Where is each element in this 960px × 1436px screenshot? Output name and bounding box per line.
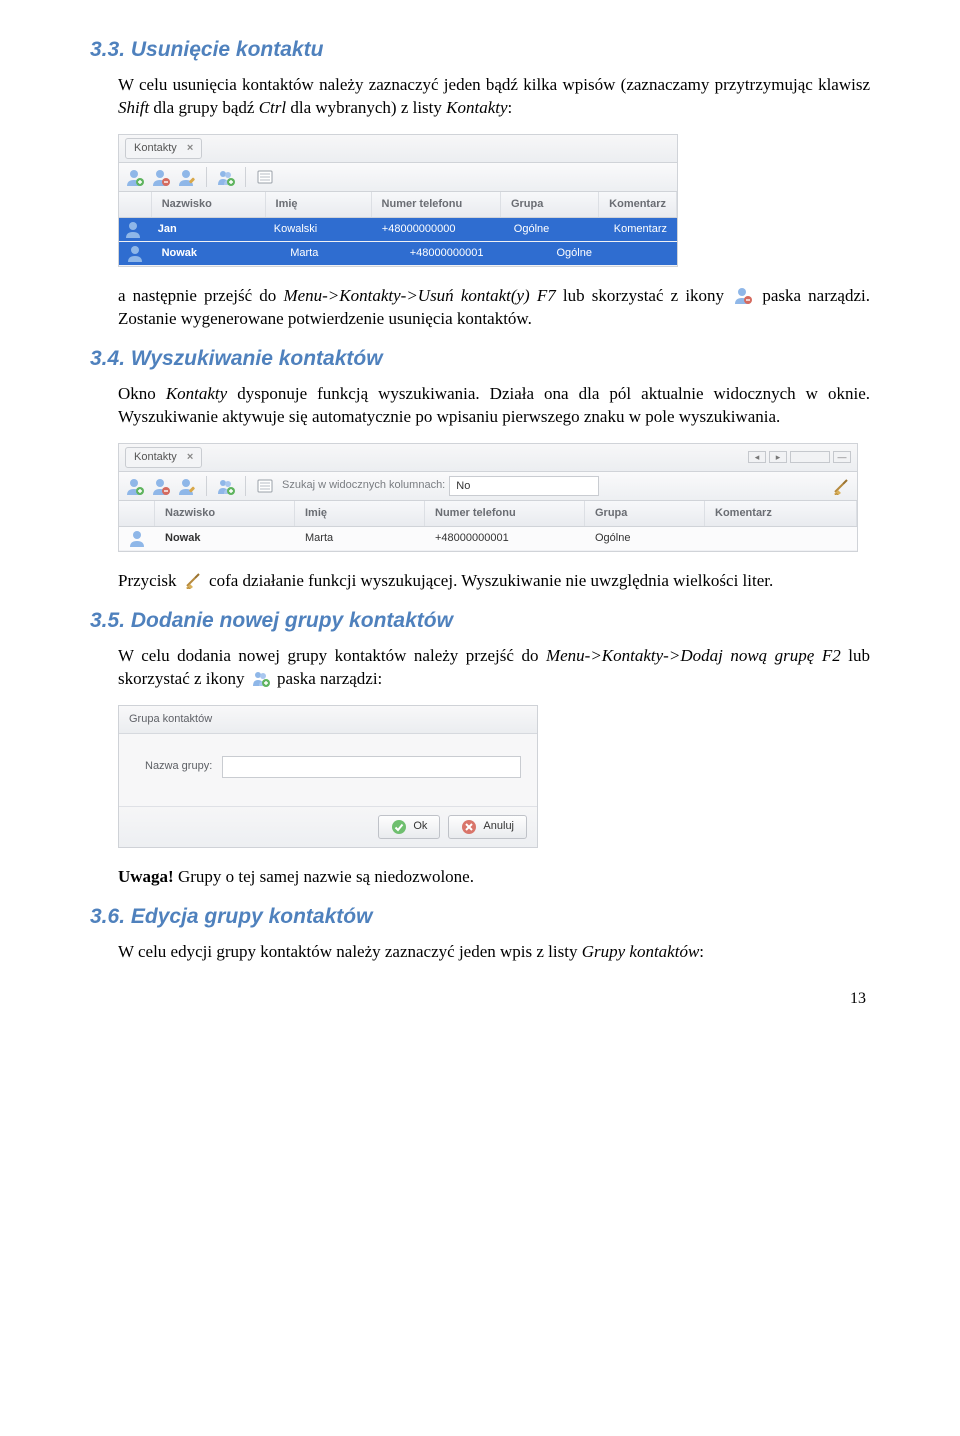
col-surname[interactable]: Nazwisko xyxy=(152,192,266,217)
toolbar xyxy=(119,163,677,192)
cell-surname: Jan xyxy=(148,222,264,237)
col-phone[interactable]: Numer telefonu xyxy=(425,501,585,526)
cell-phone: +48000000001 xyxy=(400,246,547,261)
tab-contacts[interactable]: Kontakty× xyxy=(125,447,202,468)
heading-3-5: 3.5. Dodanie nowej grupy kontaktów xyxy=(90,607,870,635)
paragraph: Przycisk cofa działanie funkcji wyszukuj… xyxy=(118,570,870,593)
cell-phone: +48000000000 xyxy=(372,222,504,237)
group-name-input[interactable] xyxy=(222,756,521,778)
close-icon[interactable]: × xyxy=(187,141,193,156)
col-group[interactable]: Grupa xyxy=(501,192,599,217)
cancel-button[interactable]: Anuluj xyxy=(448,815,527,839)
nav-right-icon[interactable]: ▸ xyxy=(769,451,787,463)
heading-3-4: 3.4. Wyszukiwanie kontaktów xyxy=(90,345,870,373)
list-icon[interactable] xyxy=(254,475,276,497)
table-body: NowakMarta+48000000001Ogólne xyxy=(119,527,857,551)
group-name-label: Nazwa grupy: xyxy=(145,759,212,774)
heading-3-6: 3.6. Edycja grupy kontaktów xyxy=(90,903,870,931)
heading-3-3: 3.3. Usunięcie kontaktu xyxy=(90,36,870,64)
edit-contact-icon[interactable] xyxy=(176,475,198,497)
remove-contact-icon[interactable] xyxy=(150,475,172,497)
person-icon xyxy=(119,529,155,547)
cell-comment: Komentarz xyxy=(604,222,677,237)
table-row[interactable]: JanKowalski+48000000000OgólneKomentarz xyxy=(119,218,677,242)
cell-group: Ogólne xyxy=(585,531,705,546)
col-comment[interactable]: Komentarz xyxy=(599,192,677,217)
cell-phone: +48000000001 xyxy=(425,531,585,546)
minimize-icon[interactable]: — xyxy=(833,451,851,463)
cell-group: Ogólne xyxy=(546,246,657,261)
paragraph: a następnie przejść do Menu->Kontakty->U… xyxy=(118,285,870,331)
nav-left-icon[interactable]: ◂ xyxy=(748,451,766,463)
paragraph: W celu edycji grupy kontaktów należy zaz… xyxy=(118,941,870,964)
clear-search-icon[interactable] xyxy=(830,475,852,497)
search-input[interactable] xyxy=(449,476,599,496)
tab-bar: Kontakty× ◂ ▸ — xyxy=(119,444,857,472)
contacts-panel-search: Kontakty× ◂ ▸ — Szukaj w widocznych kolu… xyxy=(118,443,858,552)
toolbar: Szukaj w widocznych kolumnach: xyxy=(119,472,857,501)
edit-contact-icon[interactable] xyxy=(176,166,198,188)
group-dialog: Grupa kontaktów Nazwa grupy: Ok Anuluj xyxy=(118,705,538,848)
add-contact-icon[interactable] xyxy=(124,475,146,497)
dialog-title: Grupa kontaktów xyxy=(119,706,537,734)
cell-name: Marta xyxy=(295,531,425,546)
add-group-icon[interactable] xyxy=(215,475,237,497)
paragraph: W celu dodania nowej grupy kontaktów nal… xyxy=(118,645,870,691)
paragraph: Okno Kontakty dysponuje funkcją wyszukiw… xyxy=(118,383,870,429)
tab-bar: Kontakty× xyxy=(119,135,677,163)
tab-contacts[interactable]: Kontakty× xyxy=(125,138,202,159)
col-phone[interactable]: Numer telefonu xyxy=(372,192,501,217)
cell-name: Kowalski xyxy=(264,222,372,237)
col-surname[interactable]: Nazwisko xyxy=(155,501,295,526)
remove-contact-icon xyxy=(734,286,752,304)
table-header: Nazwisko Imię Numer telefonu Grupa Komen… xyxy=(119,501,857,527)
table-row[interactable]: NowakMarta+48000000001Ogólne xyxy=(119,242,677,266)
cell-surname: Nowak xyxy=(152,246,281,261)
col-comment[interactable]: Komentarz xyxy=(705,501,857,526)
close-icon[interactable]: × xyxy=(187,450,193,465)
add-group-icon xyxy=(252,669,270,687)
paragraph: W celu usunięcia kontaktów należy zaznac… xyxy=(118,74,870,120)
cell-group: Ogólne xyxy=(504,222,604,237)
table-header: Nazwisko Imię Numer telefonu Grupa Komen… xyxy=(119,192,677,218)
add-group-icon[interactable] xyxy=(215,166,237,188)
person-icon xyxy=(119,244,152,262)
list-icon[interactable] xyxy=(254,166,276,188)
cell-name: Marta xyxy=(280,246,400,261)
table-row[interactable]: NowakMarta+48000000001Ogólne xyxy=(119,527,857,551)
col-name[interactable]: Imię xyxy=(295,501,425,526)
person-icon xyxy=(119,220,148,238)
cell-surname: Nowak xyxy=(155,531,295,546)
contacts-panel: Kontakty× Nazwisko Imię Numer telefonu G… xyxy=(118,134,678,267)
col-group[interactable]: Grupa xyxy=(585,501,705,526)
add-contact-icon[interactable] xyxy=(124,166,146,188)
search-label: Szukaj w widocznych kolumnach: xyxy=(282,478,445,493)
paragraph: Uwaga! Grupy o tej samej nazwie są niedo… xyxy=(118,866,870,889)
remove-contact-icon[interactable] xyxy=(150,166,172,188)
window-controls: ◂ ▸ — xyxy=(748,451,851,463)
col-name[interactable]: Imię xyxy=(266,192,372,217)
table-body: JanKowalski+48000000000OgólneKomentarzNo… xyxy=(119,218,677,266)
page-number: 13 xyxy=(90,988,870,1010)
ok-button[interactable]: Ok xyxy=(378,815,440,839)
broom-icon xyxy=(184,571,202,589)
